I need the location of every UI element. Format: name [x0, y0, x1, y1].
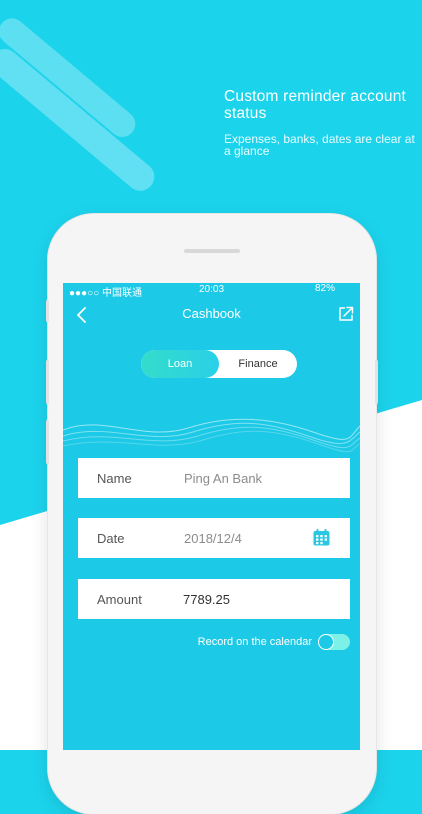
app-screen: ●●●○○ 中国联通 20:03 82% Cashbook Loan Finan…: [63, 283, 360, 750]
amount-label: Amount: [97, 592, 142, 607]
decorative-stripe: [0, 43, 161, 197]
tab-finance[interactable]: Finance: [219, 350, 297, 378]
promo-text: Custom reminder account status Expenses,…: [224, 88, 422, 157]
phone-side-button: [46, 300, 49, 322]
date-label: Date: [97, 531, 125, 546]
promo-subline: Expenses, banks, dates are clear at a gl…: [224, 132, 415, 158]
date-field[interactable]: Date 2018/12/4: [78, 518, 350, 558]
name-label: Name: [97, 471, 132, 486]
calendar-record-switch[interactable]: [318, 634, 350, 650]
switch-knob: [319, 635, 333, 649]
amount-field[interactable]: Amount 7789.25: [78, 579, 350, 619]
share-icon[interactable]: [336, 304, 356, 324]
amount-value[interactable]: 7789.25: [183, 592, 230, 607]
loan-finance-toggle: Loan Finance: [141, 350, 297, 378]
nav-bar: Cashbook: [63, 303, 360, 327]
promo-headline: Custom reminder account status: [224, 88, 407, 122]
name-field[interactable]: Name Ping An Bank: [78, 458, 350, 498]
calendar-record-label: Record on the calendar: [197, 636, 312, 648]
calendar-icon[interactable]: [313, 529, 330, 546]
calendar-record-row: Record on the calendar: [63, 633, 360, 653]
status-bar: ●●●○○ 中国联通 20:03 82%: [63, 283, 360, 299]
decorative-waves: [63, 418, 360, 453]
phone-side-button: [375, 360, 378, 404]
phone-side-button: [46, 420, 49, 464]
phone-side-button: [46, 360, 49, 404]
battery-level: 82%: [314, 283, 335, 294]
page-title: Cashbook: [182, 306, 241, 321]
date-value[interactable]: 2018/12/4: [184, 531, 242, 546]
name-value[interactable]: Ping An Bank: [184, 471, 262, 486]
tab-loan[interactable]: Loan: [141, 350, 219, 378]
phone-speaker: [184, 249, 240, 253]
